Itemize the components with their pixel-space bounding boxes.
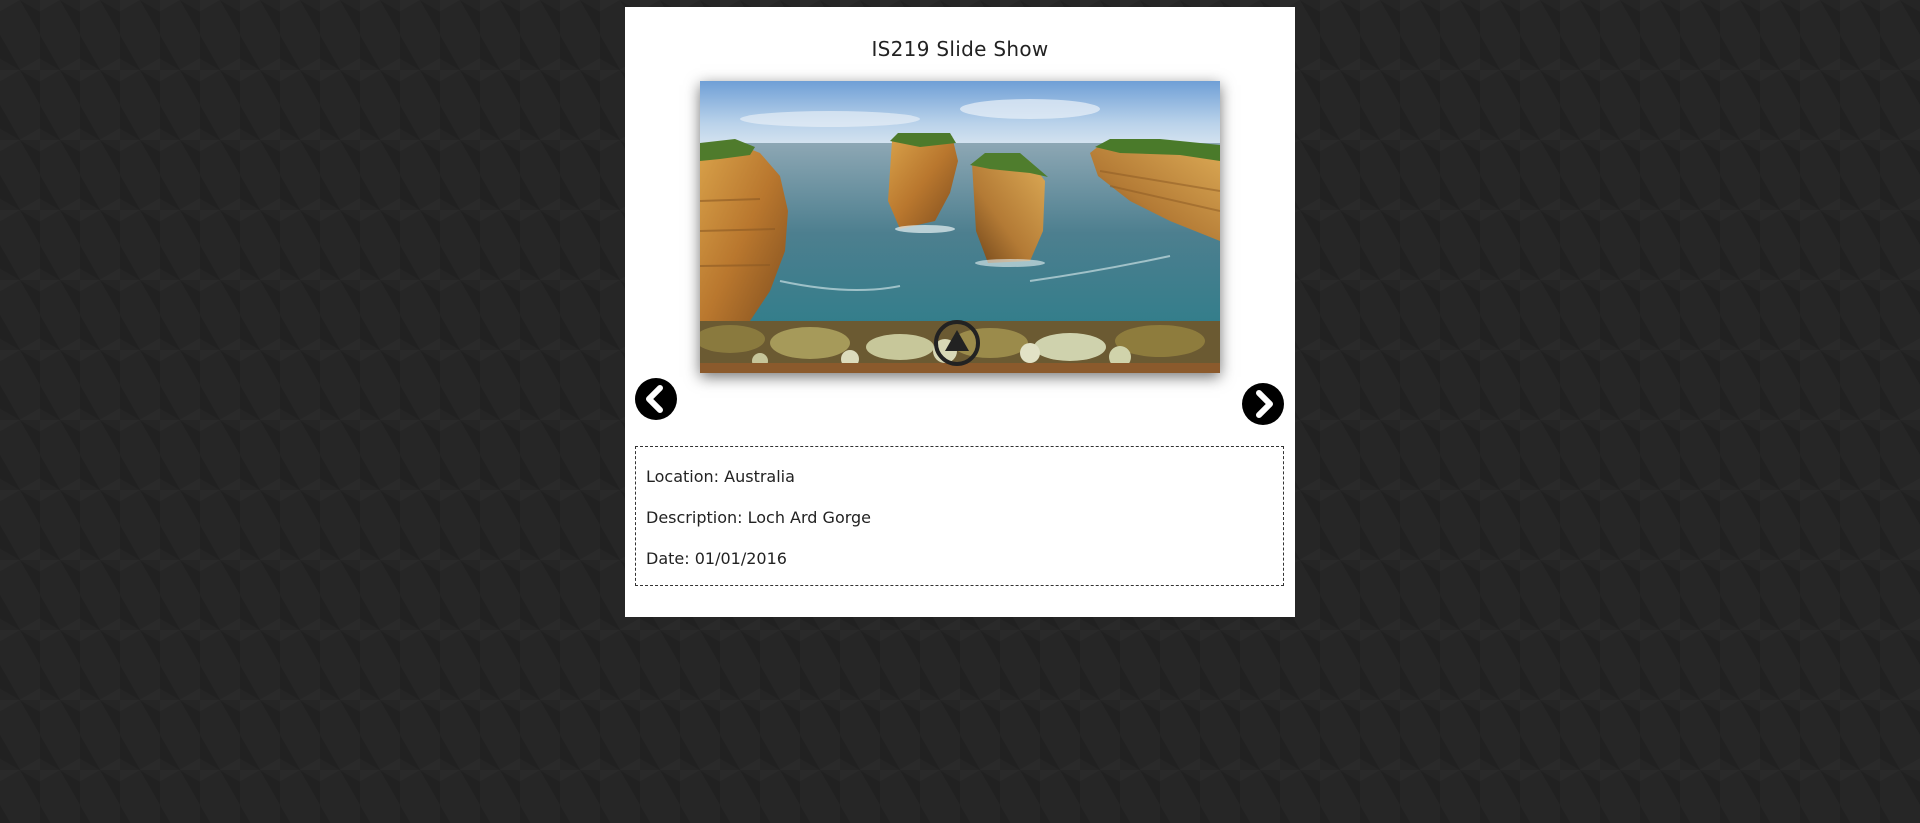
page-title: IS219 Slide Show — [871, 37, 1049, 61]
date-label: Date: — [646, 549, 690, 568]
slide-info-box: Location: Australia Description: Loch Ar… — [635, 446, 1284, 586]
description-label: Description: — [646, 508, 743, 527]
date-line: Date: 01/01/2016 — [646, 549, 787, 568]
date-value: 01/01/2016 — [694, 549, 787, 568]
play-button[interactable] — [933, 319, 981, 367]
chevron-left-icon — [646, 385, 663, 413]
description-value: Loch Ard Gorge — [747, 508, 872, 527]
play-triangle-icon — [934, 320, 980, 366]
slide-image — [700, 81, 1220, 373]
location-line: Location: Australia — [646, 467, 795, 486]
location-value: Australia — [724, 467, 795, 486]
description-line: Description: Loch Ard Gorge — [646, 508, 871, 527]
slideshow-card: IS219 Slide Show Location: Australia Des… — [625, 7, 1295, 617]
next-slide-button[interactable] — [1242, 383, 1284, 425]
chevron-right-icon — [1256, 390, 1273, 418]
location-label: Location: — [646, 467, 720, 486]
previous-slide-button[interactable] — [635, 378, 677, 420]
